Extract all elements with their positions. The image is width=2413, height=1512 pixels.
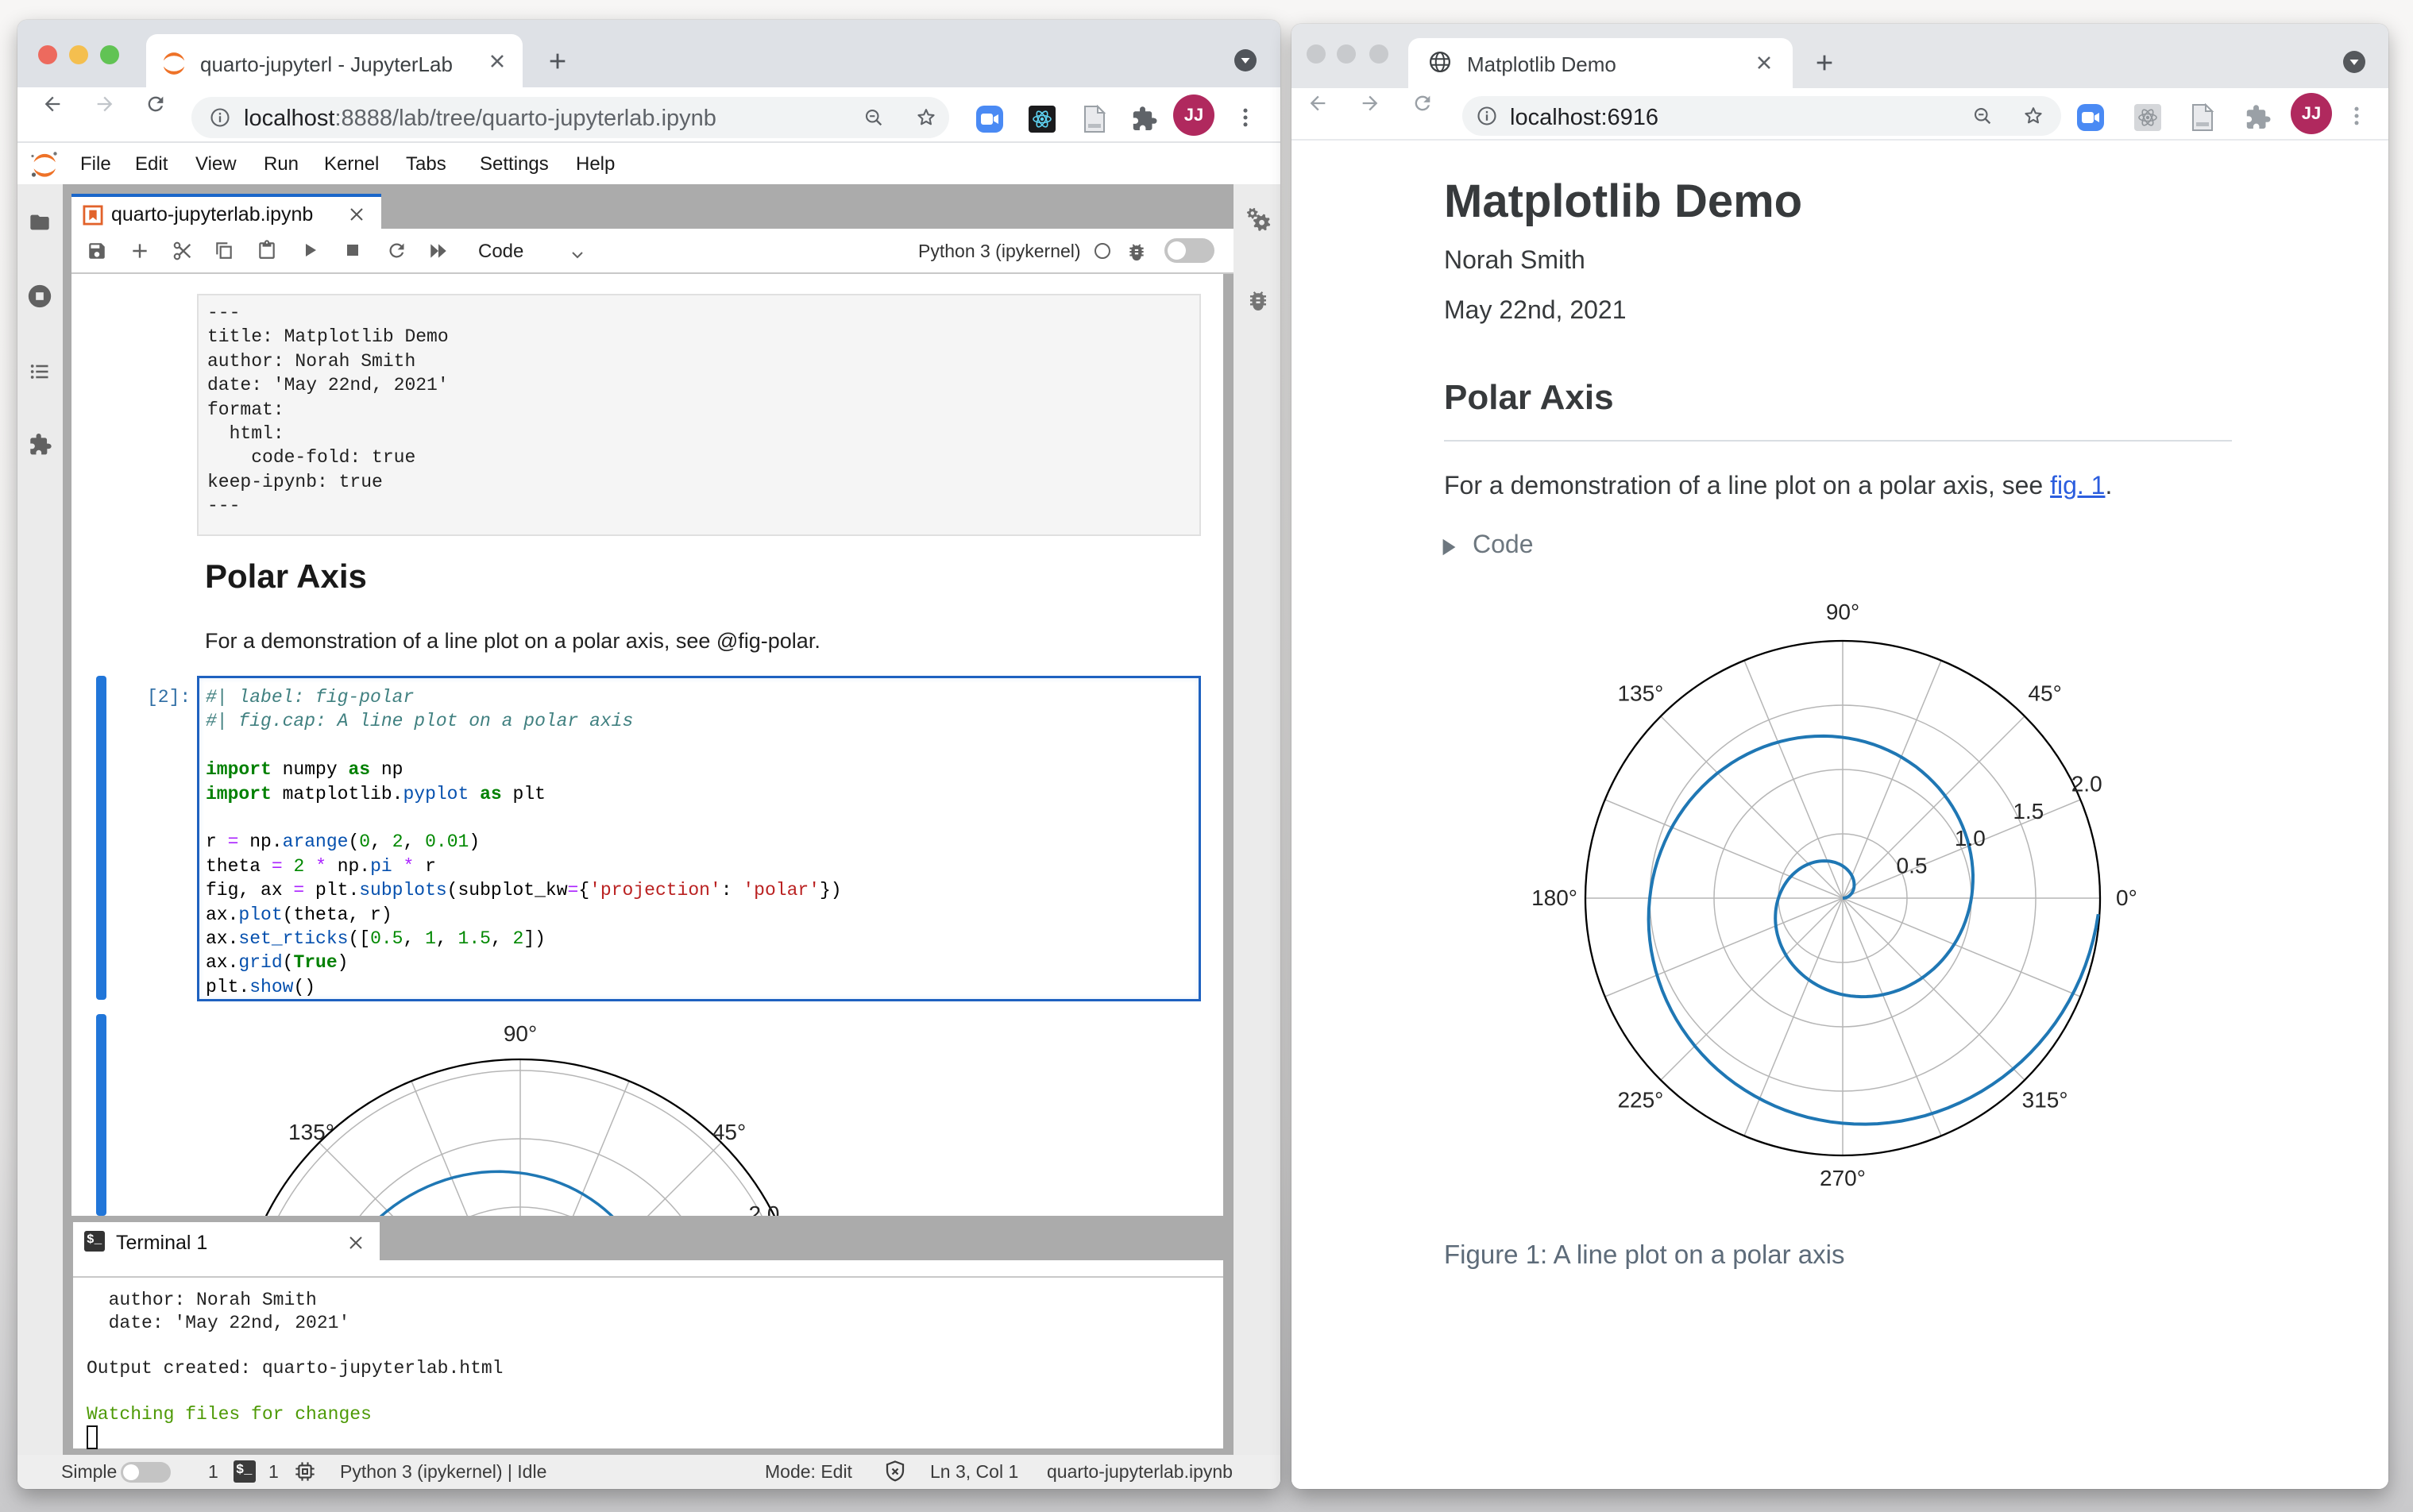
svg-text:90°: 90° [1826, 600, 1859, 624]
svg-text:2.0: 2.0 [749, 1202, 780, 1216]
svg-text:270°: 270° [1820, 1166, 1866, 1190]
svg-text:45°: 45° [712, 1120, 746, 1144]
svg-text:1.0: 1.0 [1955, 826, 1986, 850]
svg-text:180°: 180° [1531, 885, 1577, 910]
svg-text:0.5: 0.5 [1897, 853, 1928, 878]
svg-text:90°: 90° [504, 1021, 537, 1046]
svg-text:135°: 135° [288, 1120, 334, 1144]
svg-text:2.0: 2.0 [2071, 772, 2102, 796]
svg-text:135°: 135° [1617, 681, 1663, 705]
svg-text:315°: 315° [2022, 1088, 2068, 1113]
svg-text:225°: 225° [1617, 1088, 1663, 1113]
svg-text:45°: 45° [2028, 681, 2061, 705]
svg-text:1.5: 1.5 [2013, 799, 2044, 824]
svg-text:0°: 0° [2116, 885, 2137, 910]
